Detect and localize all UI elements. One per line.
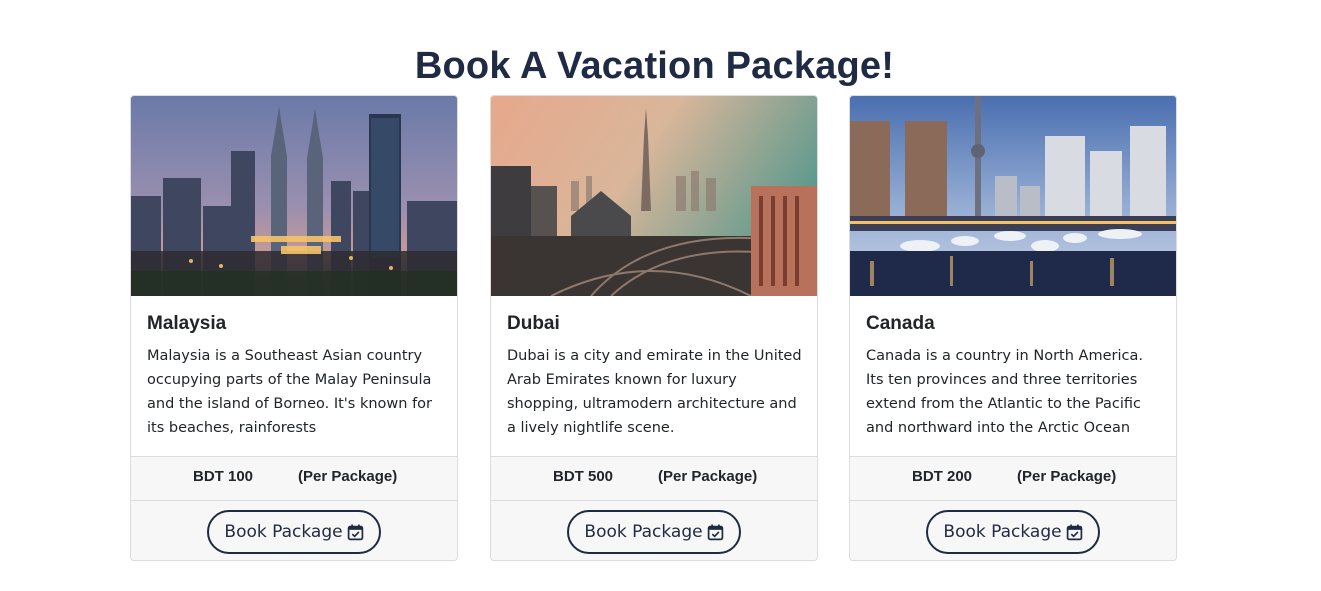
package-card-dubai: Dubai Dubai is a city and emirate in the… [490, 95, 818, 561]
package-title: Canada [866, 313, 935, 334]
price-row: BDT 100 (Per Package) [131, 456, 457, 501]
book-row: Book Package [850, 500, 1176, 560]
page-title: Book A Vacation Package! [414, 45, 895, 88]
dubai-skyline-image [491, 96, 817, 296]
book-package-label: Book Package [584, 522, 703, 542]
book-row: Book Package [491, 500, 817, 560]
malaysia-skyline-image [131, 96, 457, 296]
package-price-unit: (Per Package) [1017, 468, 1117, 485]
calendar-check-icon [707, 524, 723, 540]
book-package-button[interactable]: Book Package [207, 510, 381, 554]
package-card-malaysia: Malaysia Malaysia is a Southeast Asian c… [130, 95, 458, 561]
calendar-check-icon [1066, 524, 1082, 540]
package-description: Malaysia is a Southeast Asian country oc… [147, 348, 433, 436]
package-title: Malaysia [147, 313, 227, 334]
book-package-button[interactable]: Book Package [926, 510, 1100, 554]
package-description: Dubai is a city and emirate in the Unite… [507, 348, 802, 436]
book-row: Book Package [131, 500, 457, 560]
package-price-unit: (Per Package) [298, 468, 398, 485]
book-package-label: Book Package [224, 522, 343, 542]
package-price-unit: (Per Package) [658, 468, 758, 485]
book-package-label: Book Package [943, 522, 1062, 542]
package-card-canada: Canada Canada is a country in North Amer… [849, 95, 1177, 561]
package-price: BDT 200 [912, 468, 973, 485]
price-row: BDT 500 (Per Package) [491, 456, 817, 501]
calendar-check-icon [347, 524, 363, 540]
package-price: BDT 100 [193, 468, 254, 485]
canada-harbour-image [850, 96, 1176, 296]
price-row: BDT 200 (Per Package) [850, 456, 1176, 501]
package-price: BDT 500 [553, 468, 614, 485]
book-package-button[interactable]: Book Package [567, 510, 741, 554]
package-description: Canada is a country in North America. It… [866, 348, 1143, 436]
package-title: Dubai [507, 313, 560, 334]
